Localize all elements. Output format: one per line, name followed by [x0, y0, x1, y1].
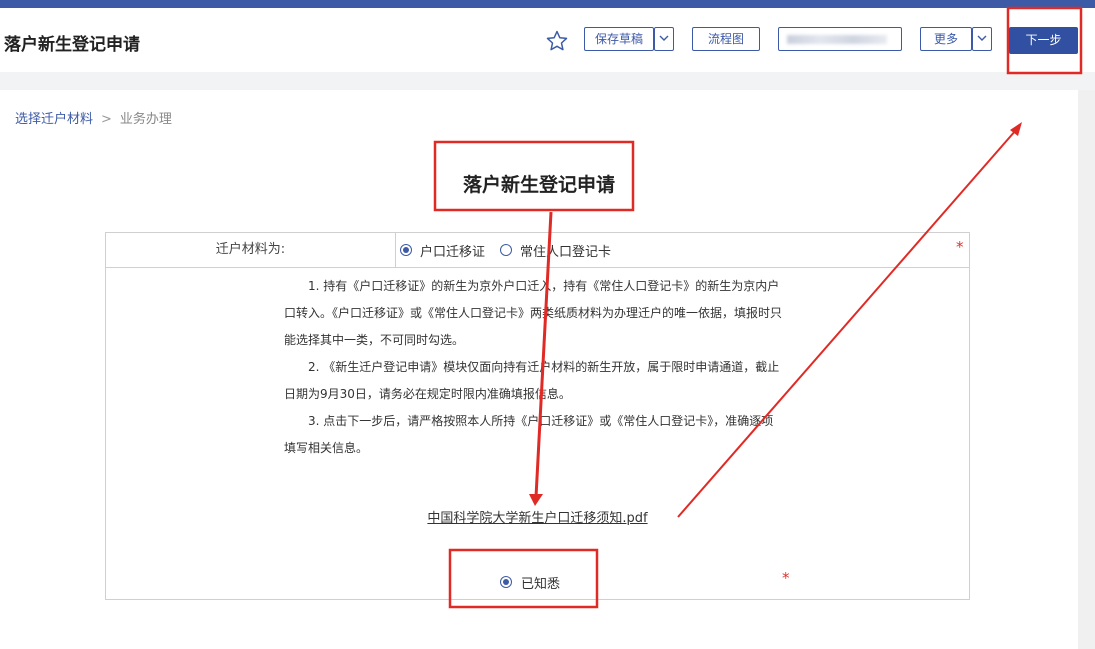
acknowledge-required-mark: *: [782, 569, 790, 587]
form-title: 落户新生登记申请: [462, 174, 615, 196]
next-step-button[interactable]: 下一步: [1009, 27, 1078, 54]
blurred-button[interactable]: [778, 27, 902, 51]
save-draft-button[interactable]: 保存草稿: [584, 27, 654, 51]
notice-item-3: 3. 点击下一步后，请严格按照本人所持《户口迁移证》或《常住人口登记卡》，准确逐…: [284, 414, 774, 455]
notice-item-2: 2. 《新生迁户登记申请》模块仅面向持有迁户材料的新生开放，属于限时申请通道，截…: [284, 360, 780, 401]
radio-migration-certificate[interactable]: [400, 244, 412, 256]
breadcrumb-select-material[interactable]: 选择迁户材料: [15, 112, 93, 127]
page-title: 落户新生登记申请: [4, 35, 140, 55]
chevron-down-icon: [977, 35, 987, 41]
breadcrumb-business: 业务办理: [119, 112, 172, 127]
notice-text: 1. 持有《户口迁移证》的新生为京外户口迁入，持有《常住人口登记卡》的新生为京内…: [284, 273, 784, 462]
radio-registration-card[interactable]: [500, 244, 512, 256]
material-label: 迁户材料为:: [106, 233, 396, 267]
blurred-text: [787, 35, 887, 44]
flowchart-button[interactable]: 流程图: [692, 27, 760, 51]
required-mark: *: [956, 238, 964, 256]
option-registration-card-label[interactable]: 常住人口登记卡: [520, 241, 611, 260]
option-migration-certificate-label[interactable]: 户口迁移证: [420, 241, 485, 260]
acknowledge-label[interactable]: 已知悉: [521, 573, 560, 592]
star-icon[interactable]: [545, 29, 569, 53]
notice-item-1: 1. 持有《户口迁移证》的新生为京外户口迁入，持有《常住人口登记卡》的新生为京内…: [284, 279, 783, 347]
more-button[interactable]: 更多: [920, 27, 972, 51]
breadcrumb: 选择迁户材料 > 业务办理: [15, 108, 172, 127]
save-draft-dropdown-button[interactable]: [654, 27, 674, 51]
chevron-down-icon: [659, 35, 669, 41]
top-accent-bar: [0, 0, 1095, 8]
material-row: 迁户材料为: 户口迁移证 常住人口登记卡 *: [106, 233, 969, 268]
content-panel: 选择迁户材料 > 业务办理 落户新生登记申请 迁户材料为: 户口迁移证 常住人口登记…: [0, 90, 1078, 649]
form-table: 迁户材料为: 户口迁移证 常住人口登记卡 * 1. 持有《户口迁移证》的新生为京…: [105, 232, 970, 600]
scrollbar-track[interactable]: [1078, 90, 1095, 649]
more-dropdown-button[interactable]: [972, 27, 992, 51]
page-header: 落户新生登记申请 保存草稿 流程图 更多: [0, 8, 1095, 72]
acknowledge-radio[interactable]: [500, 576, 512, 588]
notice-pdf-link[interactable]: 中国科学院大学新生户口迁移须知.pdf: [106, 507, 969, 526]
breadcrumb-separator: >: [101, 112, 112, 127]
